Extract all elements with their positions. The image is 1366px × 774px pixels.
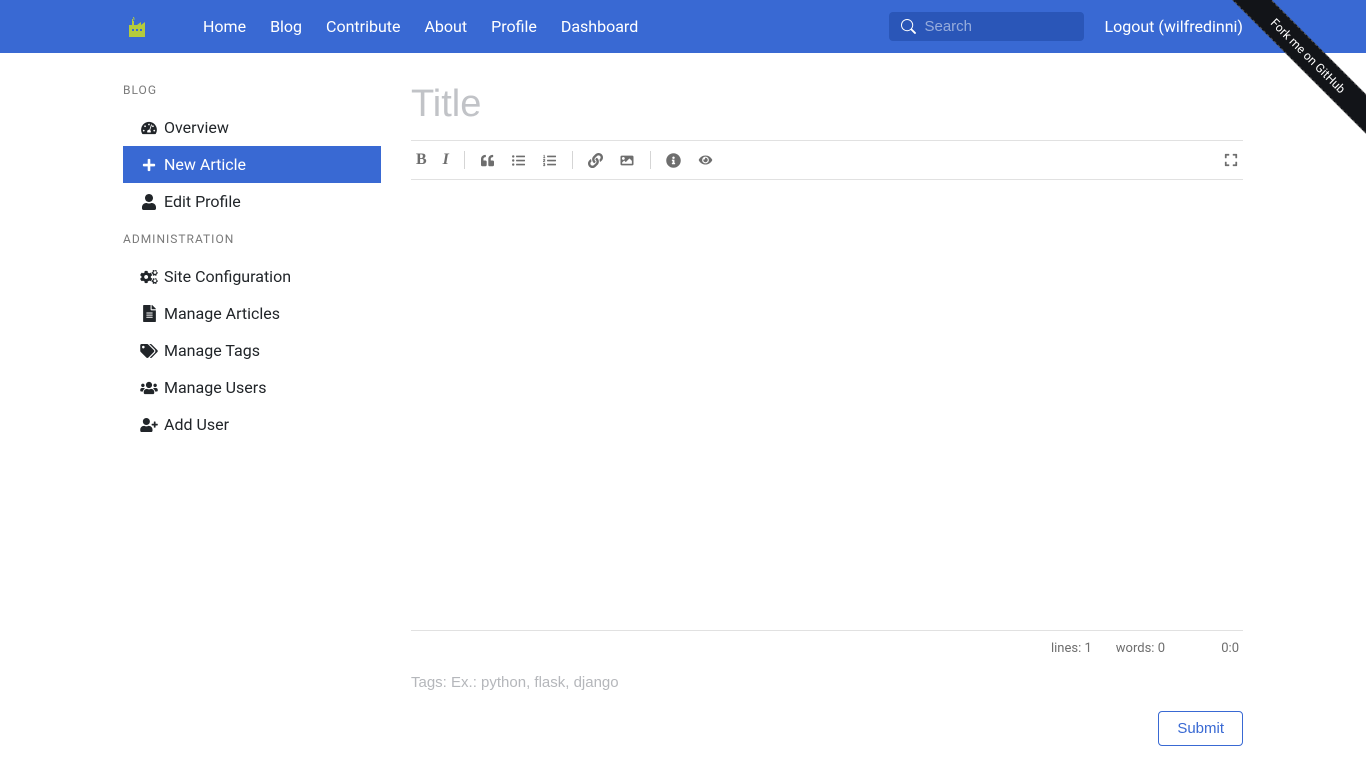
sidebar: BLOG Overview New Article Edit Profile (123, 83, 381, 774)
search-icon (901, 19, 916, 34)
article-title-input[interactable] (411, 83, 1243, 140)
sidebar-item-edit-profile[interactable]: Edit Profile (123, 183, 381, 220)
sidebar-item-label: Overview (164, 118, 229, 137)
nav-blog[interactable]: Blog (270, 17, 302, 36)
fullscreen-button[interactable] (1219, 151, 1243, 169)
link-button[interactable] (583, 151, 608, 170)
sidebar-item-manage-articles[interactable]: Manage Articles (123, 295, 381, 332)
words-count: words: 0 (1116, 641, 1165, 656)
separator (650, 151, 651, 169)
lines-count: lines: 1 (1051, 641, 1092, 656)
editor-toolbar: B I (411, 141, 1243, 180)
sidebar-item-add-user[interactable]: Add User (123, 406, 381, 443)
sidebar-item-label: Site Configuration (164, 267, 291, 286)
nav-about[interactable]: About (424, 17, 467, 36)
user-plus-icon (138, 418, 160, 432)
italic-button[interactable]: I (438, 149, 454, 171)
ol-button[interactable] (537, 152, 562, 169)
submit-button[interactable]: Submit (1158, 711, 1243, 746)
ul-button[interactable] (506, 152, 531, 169)
file-icon (138, 305, 160, 322)
separator (464, 151, 465, 169)
users-icon (138, 381, 160, 395)
sidebar-item-label: Manage Tags (164, 341, 260, 360)
navbar: Home Blog Contribute About Profile Dashb… (0, 0, 1366, 53)
sidebar-heading-blog: BLOG (123, 83, 381, 109)
nav-dashboard[interactable]: Dashboard (561, 17, 638, 36)
editor-status-bar: lines: 1 words: 0 0:0 (411, 631, 1243, 666)
sidebar-item-manage-users[interactable]: Manage Users (123, 369, 381, 406)
site-logo[interactable] (123, 13, 151, 41)
sidebar-item-manage-tags[interactable]: Manage Tags (123, 332, 381, 369)
quote-button[interactable] (475, 152, 500, 169)
info-button[interactable] (661, 151, 686, 170)
tags-icon (138, 344, 160, 358)
logout-link[interactable]: Logout (wilfredinni) (1104, 17, 1243, 36)
search-input[interactable] (924, 18, 1072, 35)
bold-button[interactable]: B (411, 149, 432, 171)
sidebar-item-new-article[interactable]: New Article (123, 146, 381, 183)
sidebar-heading-admin: ADMINISTRATION (123, 232, 381, 258)
separator (572, 151, 573, 169)
plus-icon (138, 158, 160, 172)
editor: B I (411, 140, 1243, 631)
sidebar-item-label: Add User (164, 415, 229, 434)
sidebar-item-site-config[interactable]: Site Configuration (123, 258, 381, 295)
sidebar-item-overview[interactable]: Overview (123, 109, 381, 146)
nav-links: Home Blog Contribute About Profile Dashb… (191, 17, 889, 36)
sidebar-item-label: Manage Articles (164, 304, 280, 323)
sidebar-item-label: New Article (164, 155, 246, 174)
cursor-position: 0:0 (1189, 641, 1239, 656)
main-content: B I (381, 83, 1243, 774)
user-icon (138, 194, 160, 210)
search-box[interactable] (889, 12, 1084, 41)
nav-home[interactable]: Home (203, 17, 246, 36)
sidebar-item-label: Manage Users (164, 378, 266, 397)
nav-contribute[interactable]: Contribute (326, 17, 400, 36)
editor-textarea[interactable] (411, 180, 1243, 630)
factory-icon (125, 15, 149, 39)
preview-button[interactable] (692, 152, 719, 168)
image-button[interactable] (614, 152, 640, 169)
tags-input[interactable] (411, 666, 1243, 705)
sidebar-item-label: Edit Profile (164, 192, 241, 211)
nav-profile[interactable]: Profile (491, 17, 537, 36)
cogs-icon (138, 270, 160, 284)
dashboard-icon (138, 121, 160, 135)
